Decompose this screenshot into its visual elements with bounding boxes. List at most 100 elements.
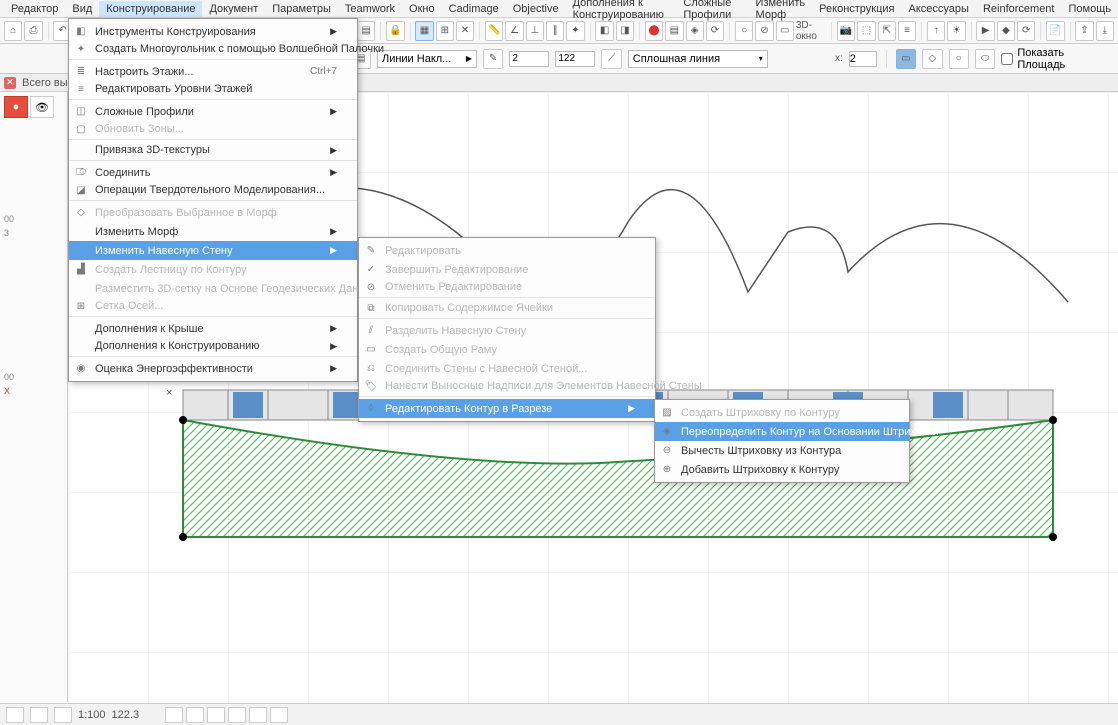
menu-modify-morph[interactable]: Изменить Морф▶	[69, 222, 357, 241]
menu-item-accessories[interactable]: Аксессуары	[902, 1, 976, 17]
submenu-join-walls: ⎌Соединить Стены с Навесной Стеной...	[359, 359, 655, 378]
menu-story-settings[interactable]: ≣Настроить Этажи...Ctrl+7	[69, 62, 357, 81]
menu-item-complex-profiles[interactable]: Сложные Профили	[676, 0, 748, 23]
menu-connect[interactable]: ⎄Соединить▶	[69, 163, 357, 182]
contour-add[interactable]: ⊕Добавить Штриховку к Контуру	[655, 460, 909, 479]
cancel-edit-icon: ⊘	[363, 279, 379, 295]
line-preset-dropdown[interactable]: Линии Накл... ▶	[377, 50, 477, 68]
menu-edit-story-levels[interactable]: ≡Редактировать Уровни Этажей	[69, 81, 357, 100]
eye-icon[interactable]: 👁	[30, 96, 54, 118]
status-grid-icon[interactable]	[165, 707, 183, 723]
dim1-input[interactable]	[509, 51, 549, 67]
angle-icon[interactable]: ∠	[505, 21, 523, 41]
menu-item-view[interactable]: Вид	[65, 1, 99, 17]
layers-icon[interactable]: ▤	[665, 21, 683, 41]
status-ortho-icon[interactable]	[207, 707, 225, 723]
menu-item-editor[interactable]: Редактор	[4, 1, 65, 17]
bisect-icon[interactable]: ✦	[566, 21, 584, 41]
menu-3d-texture[interactable]: Привязка 3D-текстуры▶	[69, 142, 357, 161]
status-btn-1[interactable]	[6, 707, 24, 723]
contour-subtract[interactable]: ⊖Вычесть Штриховку из Контура	[655, 441, 909, 460]
menu-roof-extras[interactable]: Дополнения к Крыше▶	[69, 319, 357, 338]
submenu-edit-contour[interactable]: ◊Редактировать Контур в Разрезе▶	[359, 399, 655, 418]
stair-icon: ▟	[73, 262, 89, 278]
snap-grid-icon[interactable]: ▦	[415, 21, 433, 41]
add-icon: ⊕	[659, 462, 675, 478]
label-icon: 🏷	[363, 378, 379, 394]
status-zoom-icon[interactable]	[270, 707, 288, 723]
record-icon[interactable]: ●	[4, 96, 28, 118]
shape-poly-icon[interactable]: ◇	[922, 49, 942, 69]
palette-icon[interactable]: ⟳	[706, 21, 724, 41]
close-tab-icon[interactable]: ✕	[4, 77, 16, 89]
levels-icon: ≡	[73, 81, 89, 97]
pdf-icon[interactable]: 📄	[1046, 21, 1064, 41]
status-ruler-icon[interactable]	[249, 707, 267, 723]
menu-item-options[interactable]: Параметры	[265, 1, 338, 17]
close-icon[interactable]: ✕	[456, 21, 474, 41]
contour-redefine[interactable]: ◈Переопределить Контур на Основании Штри…	[655, 422, 909, 441]
measure-icon[interactable]: 📏	[485, 21, 503, 41]
menu-item-objective[interactable]: Objective	[506, 1, 566, 17]
menu-modify-curtain-wall[interactable]: Изменить Навесную Стену▶	[69, 241, 357, 260]
line-type-icon[interactable]: ⟋	[601, 49, 621, 69]
redefine-icon: ◈	[659, 424, 675, 440]
menu-grid-system: ⊞Сетка Осей...	[69, 298, 357, 317]
menu-design-extras[interactable]: Дополнения к Конструированию▶	[69, 338, 357, 357]
menu-item-reconstruction[interactable]: Реконструкция	[812, 1, 901, 17]
line-style-dropdown[interactable]: Сплошная линия ▾	[628, 50, 768, 68]
menu-complex-profiles[interactable]: ◫Сложные Профили▶	[69, 102, 357, 121]
rec-icon[interactable]: ◆	[997, 21, 1015, 41]
section-icon[interactable]: ⬚	[857, 21, 875, 41]
menu-magic-wand[interactable]: ✦Создать Многоугольник с помощью Волшебн…	[69, 41, 357, 60]
print-icon[interactable]: ⎙	[24, 21, 42, 41]
worksheet-icon[interactable]: ≡	[898, 21, 916, 41]
menu-item-reinforcement[interactable]: Reinforcement	[976, 1, 1062, 17]
menu-item-design-extras[interactable]: Дополнения к Конструированию	[566, 0, 677, 23]
menu-item-teamwork[interactable]: Teamwork	[338, 1, 402, 17]
view3d-label[interactable]: 3D-окно	[796, 20, 826, 42]
menu-item-document[interactable]: Документ	[202, 1, 265, 17]
stories-icon: ≣	[73, 64, 89, 80]
menu-item-help[interactable]: Помощь	[1062, 1, 1118, 17]
trace-icon[interactable]: ◧	[595, 21, 613, 41]
cut-icon[interactable]: ▭	[776, 21, 794, 41]
marker-icon[interactable]: ⬤	[645, 21, 663, 41]
tool-icon[interactable]: ▤	[357, 21, 375, 41]
perp-icon[interactable]: ⊥	[526, 21, 544, 41]
menu-item-window[interactable]: Окно	[402, 1, 442, 17]
status-guide-icon[interactable]	[228, 707, 246, 723]
cancel-icon[interactable]: ⊘	[755, 21, 773, 41]
menu-energy-eval[interactable]: ◉Оценка Энергоэффективности▶	[69, 359, 357, 378]
north-icon[interactable]: ↑	[927, 21, 945, 41]
shape-rect-icon[interactable]: ▭	[896, 49, 916, 69]
stop-icon[interactable]: ⟳	[1017, 21, 1035, 41]
show-area-checkbox[interactable]: Показать Площадь	[1001, 47, 1106, 71]
status-btn-2[interactable]	[30, 707, 48, 723]
shape-circle-icon[interactable]: ○	[949, 49, 969, 69]
x-input[interactable]	[849, 51, 877, 67]
menu-solid-ops[interactable]: ◪Операции Твердотельного Моделирования..…	[69, 182, 357, 201]
join-icon: ⎌	[363, 361, 379, 377]
dim2-input[interactable]	[555, 51, 595, 67]
snap-guide-icon[interactable]: ⊞	[436, 21, 454, 41]
pen-button[interactable]: ✎	[483, 49, 503, 69]
camera-icon[interactable]: 📷	[837, 21, 855, 41]
status-snap-icon[interactable]	[186, 707, 204, 723]
menu-item-design[interactable]: Конструирование	[99, 1, 202, 17]
home-icon[interactable]: ⌂	[4, 21, 22, 41]
circle-icon[interactable]: ○	[735, 21, 753, 41]
play-icon[interactable]: ▶	[976, 21, 994, 41]
menu-item-cadimage[interactable]: Cadimage	[442, 1, 506, 17]
menu-design-tools[interactable]: ◧Инструменты Конструирования▶	[69, 22, 357, 41]
parallel-icon[interactable]: ∥	[546, 21, 564, 41]
trace-ref-icon[interactable]: ◨	[616, 21, 634, 41]
shape-ellipse-icon[interactable]: ⬭	[975, 49, 995, 69]
publish-icon[interactable]: ⇪	[1075, 21, 1093, 41]
lock-icon[interactable]: 🔒	[386, 21, 404, 41]
status-btn-3[interactable]	[54, 707, 72, 723]
sun-icon[interactable]: ☀	[947, 21, 965, 41]
material-icon[interactable]: ◈	[686, 21, 704, 41]
elevation-icon[interactable]: ⇱	[878, 21, 896, 41]
export-icon[interactable]: ⤓	[1096, 21, 1114, 41]
